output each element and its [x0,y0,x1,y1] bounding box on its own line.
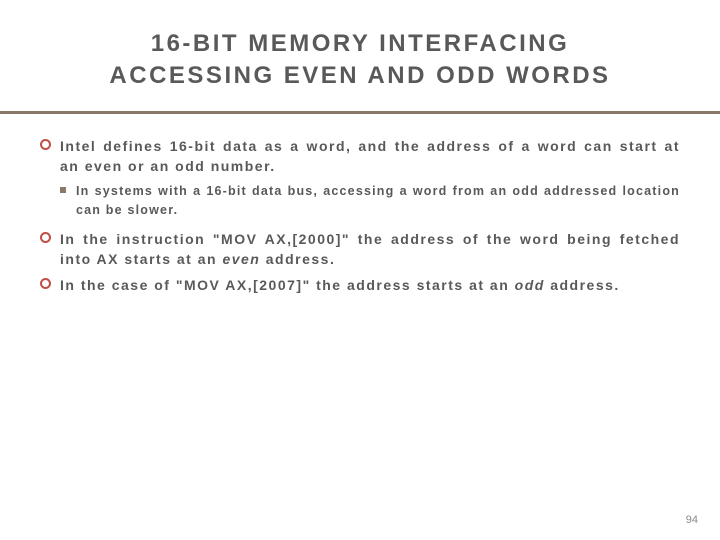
bullet-text-pre: In the case of "MOV AX,[2007]" the addre… [60,277,515,293]
sub-bullet-text: In systems with a 16-bit data bus, acces… [76,184,680,216]
bullet-item: In the case of "MOV AX,[2007]" the addre… [40,275,680,295]
sub-bullet-item: In systems with a 16-bit data bus, acces… [40,182,680,218]
title-line-1: 16-BIT MEMORY INTERFACING [151,30,570,57]
page-number: 94 [686,514,698,526]
bullet-text: Intel defines 16-bit data as a word, and… [60,138,680,174]
bullet-item: Intel defines 16-bit data as a word, and… [40,136,680,177]
title-line-2: ACCESSING EVEN AND ODD WORDS [109,62,610,89]
bullet-text-post: address. [545,277,620,293]
slide-body: Intel defines 16-bit data as a word, and… [0,114,720,296]
bullet-text-post: address. [260,251,335,267]
slide-title: 16-BIT MEMORY INTERFACING ACCESSING EVEN… [40,28,680,93]
bullet-item: In the instruction "MOV AX,[2000]" the a… [40,229,680,270]
bullet-text-pre: In the instruction "MOV AX,[2000]" the a… [60,231,680,267]
bullet-text-em: odd [515,277,545,293]
bullet-text-em: even [222,251,260,267]
slide-title-block: 16-BIT MEMORY INTERFACING ACCESSING EVEN… [0,0,720,114]
